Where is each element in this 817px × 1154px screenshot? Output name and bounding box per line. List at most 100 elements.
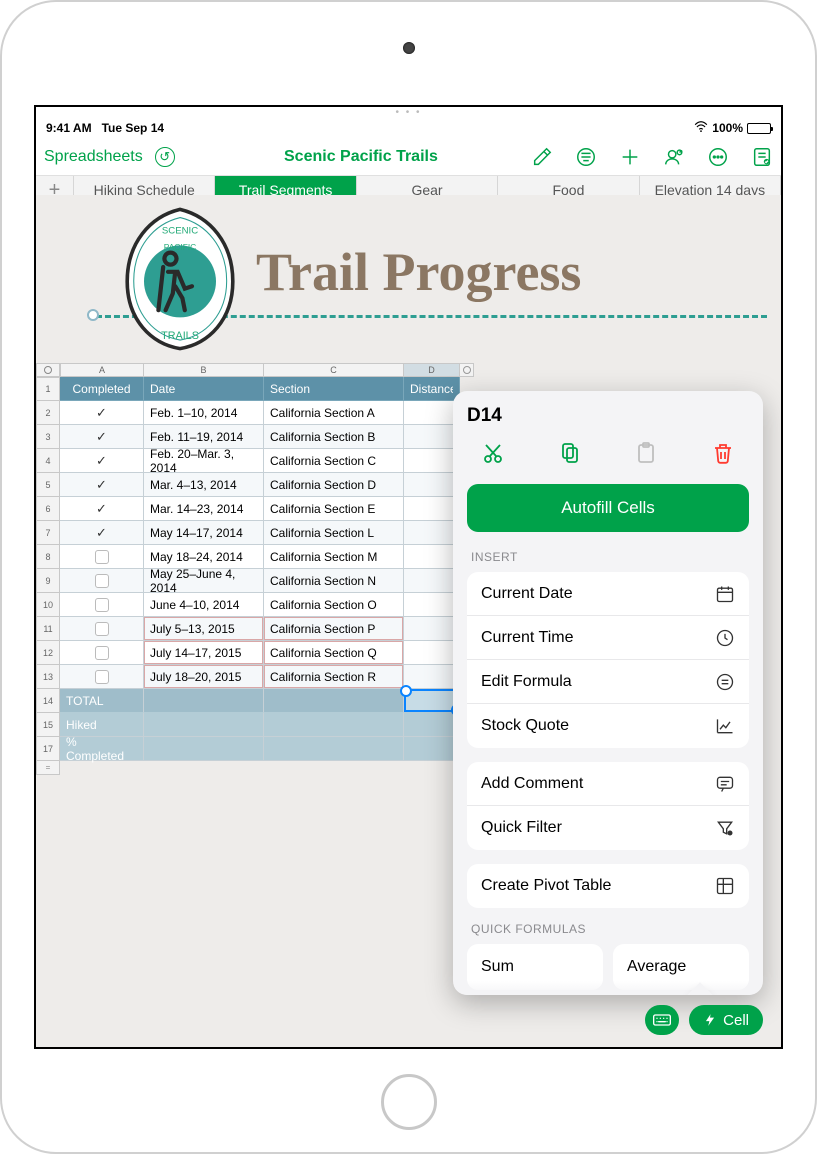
organize-icon[interactable] xyxy=(751,146,773,168)
cell-completed[interactable] xyxy=(60,545,144,569)
cell-completed[interactable] xyxy=(60,593,144,617)
cut-icon[interactable] xyxy=(481,441,505,470)
row-header[interactable]: 5 xyxy=(36,473,60,497)
header-section[interactable]: Section xyxy=(264,377,404,401)
cell-section[interactable]: California Section D xyxy=(264,473,404,497)
footer-label[interactable]: % Completed xyxy=(60,737,144,761)
cell-section[interactable]: California Section O xyxy=(264,593,404,617)
undo-button[interactable]: ↺ xyxy=(155,147,175,167)
footer-cell[interactable] xyxy=(264,737,404,761)
back-button[interactable]: Spreadsheets xyxy=(44,148,143,166)
footer-cell[interactable] xyxy=(144,713,264,737)
footer-cell[interactable] xyxy=(404,689,460,713)
header-completed[interactable]: Completed xyxy=(60,377,144,401)
cell-completed[interactable]: ✓ xyxy=(60,473,144,497)
row-header[interactable]: 7 xyxy=(36,521,60,545)
cell-mode-button[interactable]: Cell xyxy=(689,1005,763,1035)
cell-completed[interactable] xyxy=(60,617,144,641)
cell-distance[interactable] xyxy=(404,617,460,641)
footer-cell[interactable] xyxy=(144,689,264,713)
row-header[interactable]: 14 xyxy=(36,689,60,713)
add-row-handle[interactable]: = xyxy=(36,761,60,775)
page-title[interactable]: Trail Progress xyxy=(256,241,581,303)
row-header-1[interactable]: 1 xyxy=(36,377,60,401)
row-header[interactable]: 9 xyxy=(36,569,60,593)
cell-date[interactable]: July 14–17, 2015 xyxy=(144,641,264,665)
cell-completed[interactable]: ✓ xyxy=(60,521,144,545)
cell-section[interactable]: California Section R xyxy=(264,665,404,689)
select-all-corner[interactable] xyxy=(36,363,60,377)
header-distance[interactable]: Distance xyxy=(404,377,460,401)
add-column-handle[interactable] xyxy=(460,363,474,377)
cell-distance[interactable] xyxy=(404,569,460,593)
cell-distance[interactable] xyxy=(404,497,460,521)
footer-cell[interactable] xyxy=(404,737,460,761)
row-header[interactable]: 6 xyxy=(36,497,60,521)
cell-completed[interactable]: ✓ xyxy=(60,497,144,521)
cell-distance[interactable] xyxy=(404,665,460,689)
row-header[interactable]: 17 xyxy=(36,737,60,761)
footer-cell[interactable] xyxy=(144,737,264,761)
checkbox-empty[interactable] xyxy=(95,622,109,636)
cell-completed[interactable] xyxy=(60,665,144,689)
collaborate-icon[interactable] xyxy=(663,146,685,168)
cell-section[interactable]: California Section B xyxy=(264,425,404,449)
checkbox-empty[interactable] xyxy=(95,598,109,612)
footer-cell[interactable] xyxy=(264,713,404,737)
column-header-d[interactable]: D xyxy=(404,363,460,377)
cell-distance[interactable] xyxy=(404,425,460,449)
checkbox-empty[interactable] xyxy=(95,550,109,564)
row-header[interactable]: 11 xyxy=(36,617,60,641)
cell-date[interactable]: July 5–13, 2015 xyxy=(144,617,264,641)
autofill-button[interactable]: Autofill Cells xyxy=(467,484,749,532)
cell-section[interactable]: California Section A xyxy=(264,401,404,425)
insert-button[interactable] xyxy=(619,146,641,168)
cell-date[interactable]: Feb. 20–Mar. 3, 2014 xyxy=(144,449,264,473)
cell-completed[interactable]: ✓ xyxy=(60,425,144,449)
footer-cell[interactable] xyxy=(264,689,404,713)
row-header[interactable]: 3 xyxy=(36,425,60,449)
checkbox-empty[interactable] xyxy=(95,574,109,588)
cell-completed[interactable] xyxy=(60,569,144,593)
cell-distance[interactable] xyxy=(404,521,460,545)
footer-label[interactable]: TOTAL xyxy=(60,689,144,713)
more-icon[interactable] xyxy=(707,146,729,168)
format-brush-icon[interactable] xyxy=(531,146,553,168)
keyboard-button[interactable] xyxy=(645,1005,679,1035)
row-header[interactable]: 2 xyxy=(36,401,60,425)
cell-date[interactable]: May 18–24, 2014 xyxy=(144,545,264,569)
cell-section[interactable]: California Section Q xyxy=(264,641,404,665)
cell-date[interactable]: July 18–20, 2015 xyxy=(144,665,264,689)
cell-distance[interactable] xyxy=(404,641,460,665)
cell-section[interactable]: California Section M xyxy=(264,545,404,569)
row-header[interactable]: 13 xyxy=(36,665,60,689)
cell-section[interactable]: California Section C xyxy=(264,449,404,473)
cell-section[interactable]: California Section L xyxy=(264,521,404,545)
cell-date[interactable]: June 4–10, 2014 xyxy=(144,593,264,617)
row-header[interactable]: 12 xyxy=(36,641,60,665)
cell-completed[interactable]: ✓ xyxy=(60,401,144,425)
checkbox-empty[interactable] xyxy=(95,670,109,684)
cell-completed[interactable]: ✓ xyxy=(60,449,144,473)
add-comment[interactable]: Add Comment xyxy=(467,762,749,806)
cell-distance[interactable] xyxy=(404,545,460,569)
cell-section[interactable]: California Section N xyxy=(264,569,404,593)
column-header-c[interactable]: C xyxy=(264,363,404,377)
edit-formula[interactable]: Edit Formula xyxy=(467,660,749,704)
create-pivot-table[interactable]: Create Pivot Table xyxy=(467,864,749,908)
cell-date[interactable]: Feb. 11–19, 2014 xyxy=(144,425,264,449)
insert-current-date[interactable]: Current Date xyxy=(467,572,749,616)
cell-distance[interactable] xyxy=(404,401,460,425)
row-header[interactable]: 10 xyxy=(36,593,60,617)
row-header[interactable]: 15 xyxy=(36,713,60,737)
cell-date[interactable]: May 14–17, 2014 xyxy=(144,521,264,545)
cell-date[interactable]: Feb. 1–10, 2014 xyxy=(144,401,264,425)
quick-filter[interactable]: Quick Filter xyxy=(467,806,749,850)
insert-stock-quote[interactable]: Stock Quote xyxy=(467,704,749,748)
header-date[interactable]: Date xyxy=(144,377,264,401)
cell-distance[interactable] xyxy=(404,449,460,473)
home-button[interactable] xyxy=(381,1074,437,1130)
copy-icon[interactable] xyxy=(558,441,582,470)
row-header[interactable]: 4 xyxy=(36,449,60,473)
document-title[interactable]: Scenic Pacific Trails xyxy=(284,148,438,166)
